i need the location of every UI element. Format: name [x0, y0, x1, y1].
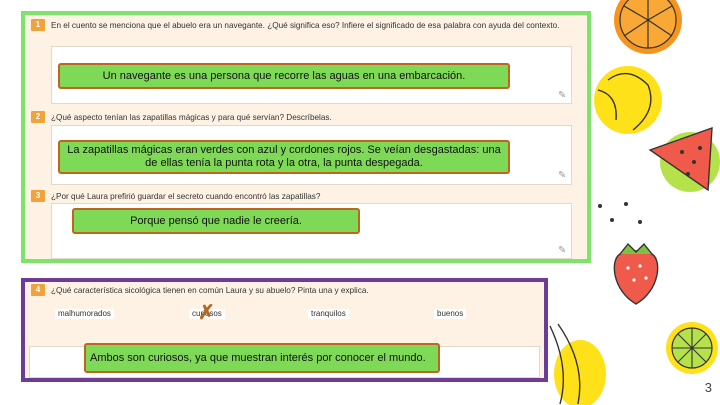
- question-3-text: ¿Por qué Laura prefirió guardar el secre…: [51, 192, 321, 201]
- seeds-decoration: [598, 202, 642, 224]
- question-3-answer-callout: Porque pensó que nadie le creería.: [72, 208, 360, 234]
- question-1-badge: 1: [31, 19, 45, 31]
- question-4-answer-callout: Ambos son curiosos, ya que muestran inte…: [84, 343, 440, 373]
- page-number: 3: [704, 380, 712, 395]
- banana-illustration: [549, 323, 606, 405]
- orange-slice-illustration: [614, 0, 682, 54]
- question-4-badge: 4: [31, 284, 45, 296]
- question-4-text: ¿Qué característica sicológica tienen en…: [51, 286, 369, 295]
- question-3-badge: 3: [31, 190, 45, 202]
- pencil-icon[interactable]: ✎: [558, 170, 570, 182]
- question-2-text: ¿Qué aspecto tenían las zapatillas mágic…: [51, 113, 332, 122]
- question-2-answer-callout: La zapatillas mágicas eran verdes con az…: [58, 140, 510, 174]
- question-1-text: En el cuento se menciona que el abuelo e…: [51, 21, 560, 30]
- question-2-badge: 2: [31, 111, 45, 123]
- pencil-icon[interactable]: ✎: [558, 245, 570, 257]
- option-malhumorados[interactable]: malhumorados: [55, 309, 114, 319]
- watermelon-illustration: [648, 126, 720, 192]
- option-tranquilos[interactable]: tranquilos: [308, 309, 349, 319]
- strawberry-illustration: [613, 242, 659, 305]
- x-mark-icon: ✗: [198, 302, 215, 324]
- option-buenos[interactable]: buenos: [434, 309, 467, 319]
- question-1-answer-callout: Un navegante es una persona que recorre …: [58, 63, 510, 89]
- pencil-icon[interactable]: ✎: [558, 90, 570, 102]
- lime-slice-illustration: [666, 322, 718, 374]
